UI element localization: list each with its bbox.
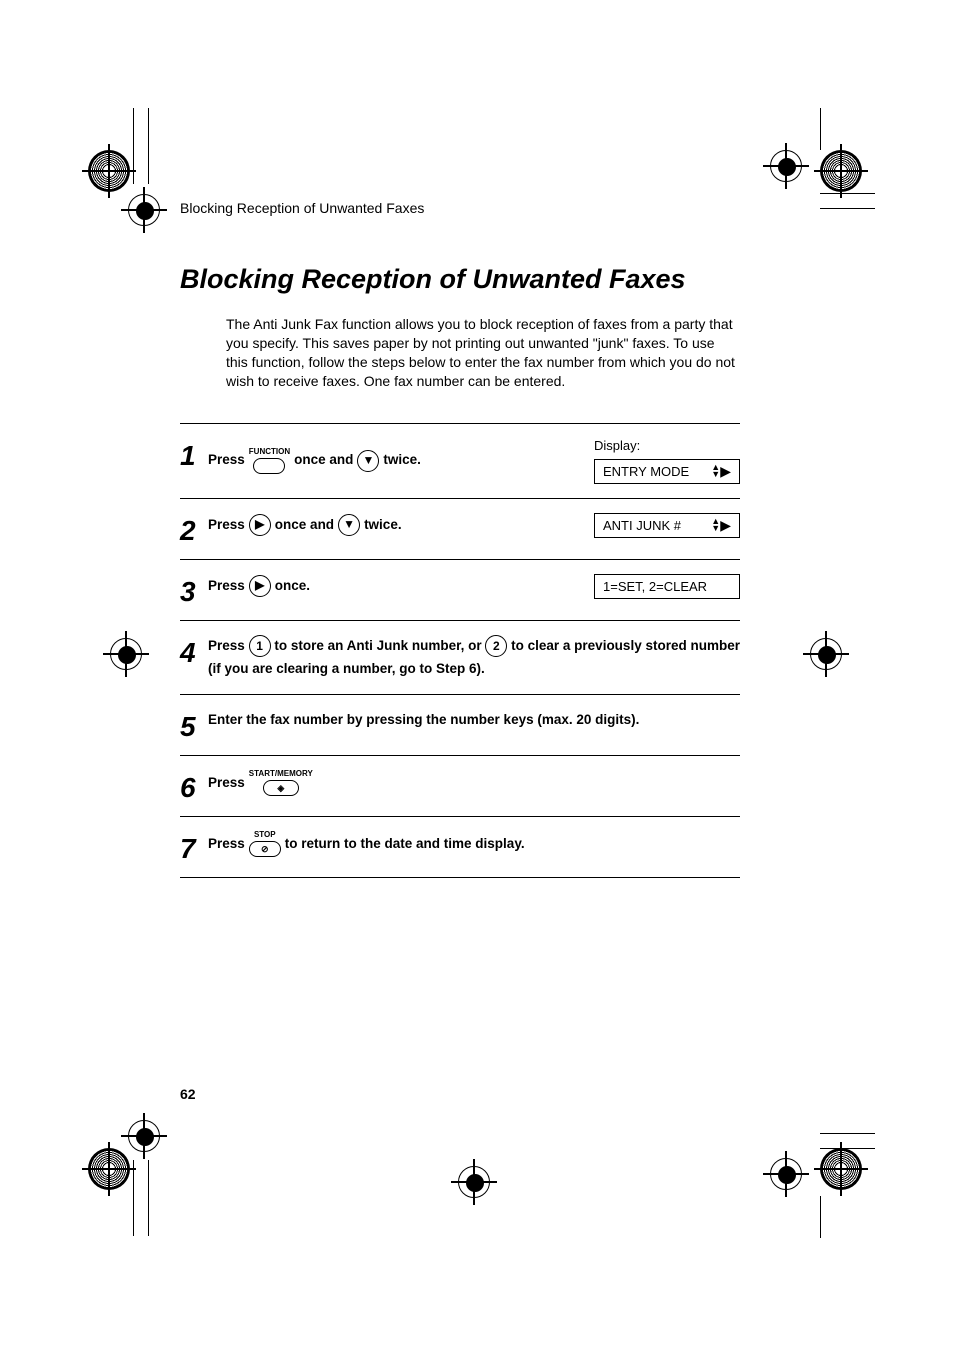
page-number: 62 — [180, 1086, 196, 1102]
page-title: Blocking Reception of Unwanted Faxes — [180, 264, 740, 295]
step-number: 5 — [180, 709, 208, 741]
page-content: Blocking Reception of Unwanted Faxes Blo… — [180, 200, 740, 878]
registration-target-icon — [820, 150, 862, 192]
crop-line — [148, 108, 149, 184]
display-box: ENTRY MODE ▲▼▶ — [594, 459, 740, 484]
down-arrow-key-icon: ▼ — [338, 514, 360, 536]
step-text: once and — [275, 514, 334, 536]
registration-mark-icon — [128, 1120, 160, 1152]
step-row: 6 Press START/MEMORY ◈ — [180, 756, 740, 817]
display-label: Display: — [594, 438, 640, 453]
step-text: once. — [275, 575, 310, 597]
crop-line — [820, 1148, 875, 1149]
step-number: 4 — [180, 635, 208, 667]
registration-target-icon — [88, 150, 130, 192]
crop-line — [820, 193, 875, 194]
registration-mark-icon — [770, 1158, 802, 1190]
registration-target-icon — [88, 1148, 130, 1190]
step-text: Press — [208, 833, 245, 855]
step-row: 3 Press ▶ once. 1=SET, 2=CLEAR — [180, 560, 740, 621]
step-text: Press — [208, 575, 245, 597]
crop-line — [148, 1160, 149, 1236]
step-text: Press — [208, 772, 245, 794]
step-number: 2 — [180, 513, 208, 545]
step-row: 7 Press STOP ⊘ to return to the date and… — [180, 817, 740, 878]
stop-key-icon: STOP ⊘ — [249, 831, 281, 857]
digit-key-icon: 2 — [485, 635, 507, 657]
crop-line — [820, 1196, 821, 1238]
intro-paragraph: The Anti Junk Fax function allows you to… — [226, 315, 740, 391]
start-memory-key-icon: START/MEMORY ◈ — [249, 770, 313, 796]
step-text: Press — [208, 514, 245, 536]
down-arrow-key-icon: ▼ — [357, 450, 379, 472]
up-down-right-arrow-icon: ▲▼▶ — [711, 518, 731, 532]
display-text: 1=SET, 2=CLEAR — [603, 579, 707, 594]
display-text: ANTI JUNK # — [603, 518, 681, 533]
up-down-right-arrow-icon: ▲▼▶ — [711, 464, 731, 478]
step-number: 3 — [180, 574, 208, 606]
running-head: Blocking Reception of Unwanted Faxes — [180, 200, 740, 216]
right-arrow-key-icon: ▶ — [249, 514, 271, 536]
crop-line — [820, 208, 875, 209]
display-box: ANTI JUNK # ▲▼▶ — [594, 513, 740, 538]
step-row: 5 Enter the fax number by pressing the n… — [180, 695, 740, 756]
registration-mark-icon — [770, 150, 802, 182]
step-text: twice. — [364, 514, 402, 536]
step-row: 4 Press 1 to store an Anti Junk number, … — [180, 621, 740, 696]
registration-mark-icon — [110, 638, 142, 670]
step-row: 1 Press FUNCTION once and ▼ twice. Displ… — [180, 424, 740, 499]
crop-line — [133, 1160, 134, 1236]
steps-list: 1 Press FUNCTION once and ▼ twice. Displ… — [180, 423, 740, 879]
display-box: 1=SET, 2=CLEAR — [594, 574, 740, 599]
function-key-icon: FUNCTION — [249, 448, 290, 474]
step-text: twice. — [383, 449, 421, 471]
step-text: to return to the date and time display. — [285, 833, 525, 855]
step-text: Press — [208, 449, 245, 471]
right-arrow-key-icon: ▶ — [249, 575, 271, 597]
display-text: ENTRY MODE — [603, 464, 689, 479]
step-row: 2 Press ▶ once and ▼ twice. ANTI JUNK # … — [180, 499, 740, 560]
registration-mark-icon — [458, 1166, 490, 1198]
step-number: 6 — [180, 770, 208, 802]
step-text: to store an Anti Junk number, or — [274, 638, 481, 653]
step-text: Enter the fax number by pressing the num… — [208, 709, 639, 731]
digit-key-icon: 1 — [249, 635, 271, 657]
registration-target-icon — [820, 1148, 862, 1190]
crop-line — [133, 108, 134, 184]
crop-line — [820, 108, 821, 150]
step-text: once and — [294, 449, 353, 471]
crop-line — [820, 1133, 875, 1134]
step-number: 7 — [180, 831, 208, 863]
step-number: 1 — [180, 438, 208, 470]
registration-mark-icon — [810, 638, 842, 670]
step-text: Press — [208, 638, 245, 653]
registration-mark-icon — [128, 194, 160, 226]
